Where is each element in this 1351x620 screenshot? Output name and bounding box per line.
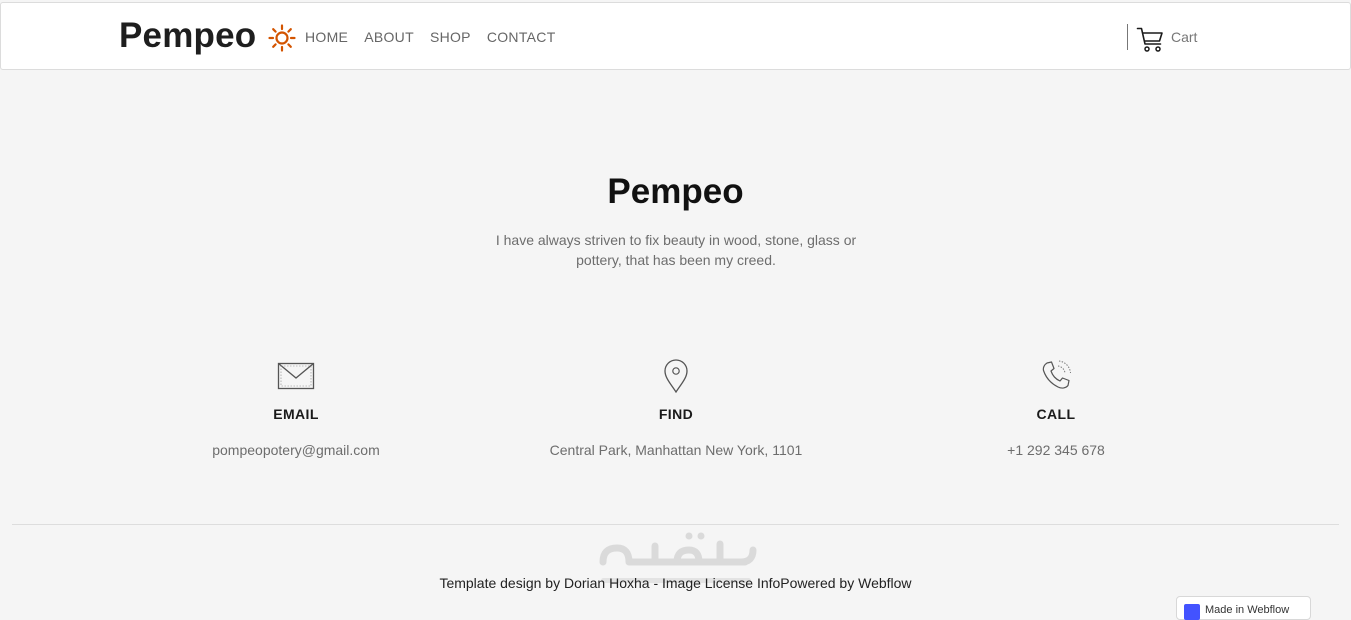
webflow-logo-icon [1184,604,1200,620]
main-nav: HOME ABOUT SHOP CONTACT [305,29,556,45]
cart-label[interactable]: Cart [1171,29,1197,45]
sun-icon [268,24,296,52]
hero-description: I have always striven to fix beauty in w… [495,232,857,268]
brand-logo[interactable]: Pempeo [119,16,256,56]
email-heading: EMAIL [273,406,319,422]
made-in-webflow-badge[interactable]: Made in Webflow [1176,596,1311,620]
webflow-badge-label: Made in Webflow [1205,604,1290,616]
navbar: Pempeo HOME ABOUT SHOP CONTACT Cart [0,2,1351,70]
find-value: Central Park, Manhattan New York, 1101 [549,442,803,458]
phone-icon [1042,360,1071,389]
find-heading: FIND [658,406,694,422]
contact-find-block: FIND Central Park, Manhattan New York, 1… [486,358,866,458]
contact-call-block: CALL +1 292 345 678 [866,358,1246,458]
footer-credits[interactable]: Template design by Dorian Hoxha - Image … [0,575,1351,591]
nav-home-link[interactable]: HOME [305,29,348,45]
nav-about-link[interactable]: ABOUT [364,29,414,45]
contact-email-block: EMAIL pompeopotery@gmail.com [106,358,486,458]
envelope-icon [277,362,315,390]
cart-divider [1127,24,1128,50]
hero-title: Pempeo [607,172,744,211]
call-value[interactable]: +1 292 345 678 [866,442,1246,458]
map-pin-icon [664,359,688,394]
call-heading: CALL [1036,406,1076,422]
nav-shop-link[interactable]: SHOP [430,29,471,45]
cart-icon[interactable] [1136,25,1164,53]
email-value[interactable]: pompeopotery@gmail.com [106,442,486,458]
nav-contact-link[interactable]: CONTACT [487,29,556,45]
